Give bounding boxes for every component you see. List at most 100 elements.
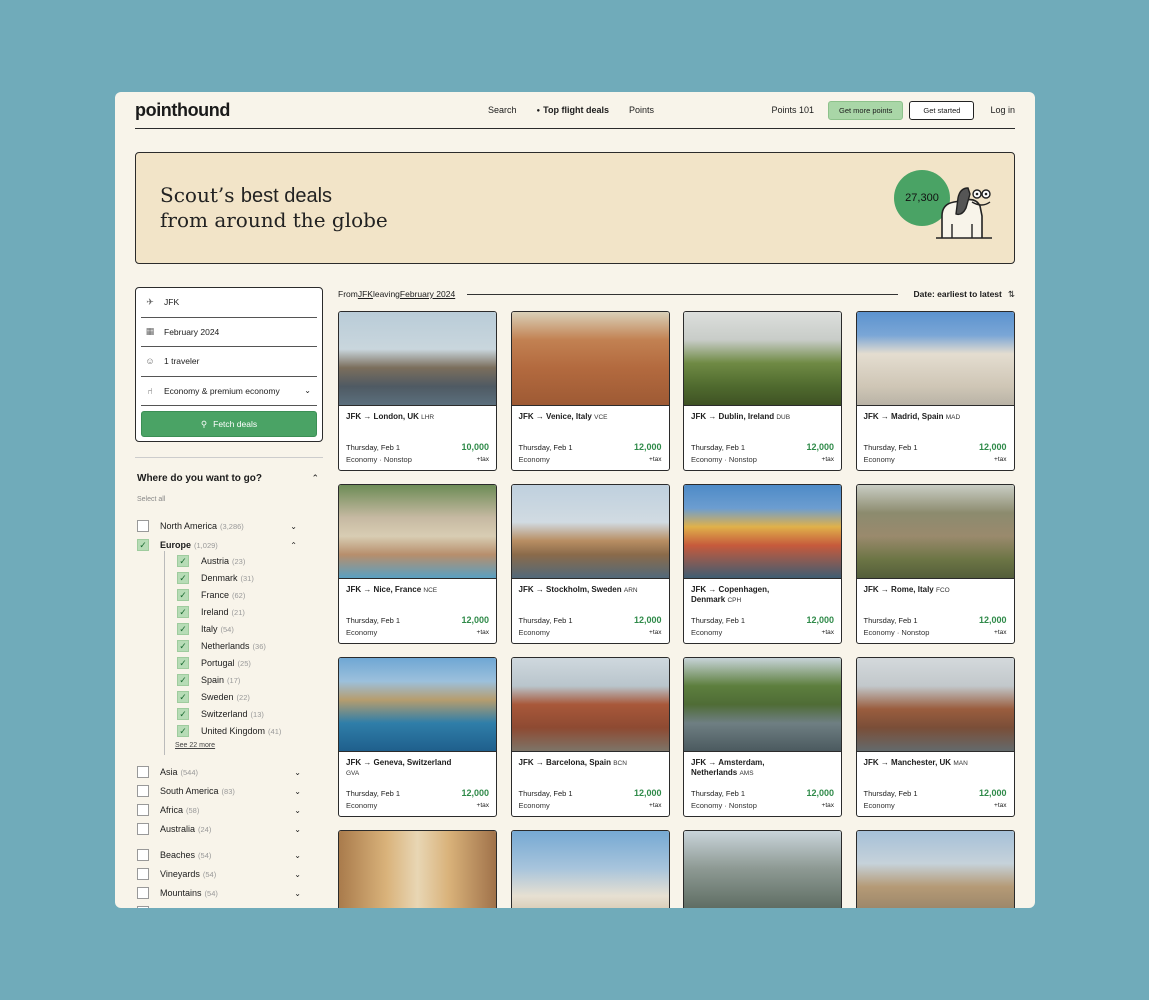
travelers-field[interactable]: ☺ 1 traveler (141, 347, 317, 377)
checkbox[interactable] (137, 868, 149, 880)
chevron-down-icon[interactable]: ⌄ (294, 825, 301, 834)
deal-card[interactable]: JFK → Rome, Italy FCO Thursday, Feb 1 Econ… (855, 484, 1015, 644)
country-filter-item[interactable]: ✓ France (62) (177, 588, 317, 602)
country-filter-item[interactable]: ✓ Spain (17) (177, 673, 317, 687)
login-link[interactable]: Log in (990, 105, 1015, 115)
nav-link-points-101[interactable]: Points 101 (771, 105, 814, 115)
deal-card[interactable]: JFK → Nice, France NCE Thursday, Feb 1 Eco… (338, 484, 497, 644)
logo[interactable]: pointhound (135, 100, 230, 121)
top-nav: pointhound Search Top flight deals Point… (135, 92, 1015, 129)
checkbox[interactable] (137, 804, 149, 816)
deal-price: 12,000 (633, 615, 662, 625)
country-filter-item[interactable]: ✓ Switzerland (13) (177, 707, 317, 721)
checkbox[interactable]: ✓ (177, 606, 189, 618)
region-filter-item[interactable]: Asia (544) ⌄ (137, 764, 301, 780)
region-filter-item[interactable]: Africa (58) ⌄ (137, 802, 301, 818)
checkbox[interactable] (137, 785, 149, 797)
region-filter-item[interactable]: North America (3,286) ⌄ (137, 518, 297, 534)
deal-route: JFK → Copenhagen, Denmark CPH (691, 585, 801, 606)
chevron-down-icon[interactable]: ⌄ (294, 870, 301, 879)
nav-link-search[interactable]: Search (488, 105, 517, 115)
origin-field[interactable]: ✈ JFK (141, 288, 317, 318)
country-filter-item[interactable]: ✓ Sweden (22) (177, 690, 317, 704)
checkbox[interactable]: ✓ (177, 589, 189, 601)
country-filter-item[interactable]: ✓ Denmark (31) (177, 571, 317, 585)
country-filter-item[interactable]: ✓ Italy (54) (177, 622, 317, 636)
checkbox[interactable]: ✓ (177, 572, 189, 584)
where-heading[interactable]: Where do you want to go? ⌃ (137, 473, 321, 484)
chevron-down-icon[interactable]: ⌄ (294, 851, 301, 860)
checkbox[interactable]: ✓ (177, 657, 189, 669)
chevron-down-icon[interactable]: ⌄ (294, 908, 301, 909)
deal-cabin: Economy · Nonstop (691, 455, 757, 464)
chevron-up-icon[interactable]: ⌃ (311, 473, 319, 484)
deal-card[interactable]: JFK → Copenhagen, Denmark CPH Thursday, F… (683, 484, 842, 644)
checkbox[interactable]: ✓ (177, 623, 189, 635)
country-filter-item[interactable]: ✓ Ireland (21) (177, 605, 317, 619)
deal-card[interactable]: JFK → Venice, Italy VCE Thursday, Feb 1 Ec… (510, 311, 670, 471)
cabin-select[interactable]: ⑁ Economy & premium economy ⌄ (141, 377, 317, 406)
deal-card[interactable] (683, 830, 842, 908)
region-filter-item[interactable]: Vineyards (54) ⌄ (137, 866, 301, 882)
deal-tax: +tax (821, 629, 834, 636)
region-filter-item[interactable]: Beaches (54) ⌄ (137, 847, 301, 863)
deal-card[interactable]: JFK → Amsterdam, Netherlands AMS Thursday… (683, 657, 842, 817)
region-filter-item[interactable]: South America (83) ⌄ (137, 783, 301, 799)
deal-card[interactable]: JFK → Geneva, Switzerland GVA Thursday, F… (338, 657, 497, 817)
checkbox[interactable]: ✓ (137, 539, 149, 551)
deals-header-origin-link[interactable]: JFK (358, 289, 373, 299)
deal-card[interactable]: JFK → Madrid, Spain MAD Thursday, Feb 1 Ec… (855, 311, 1015, 471)
deal-route-text: JFK → Venice, Italy (518, 412, 592, 421)
deal-card[interactable]: JFK → Manchester, UK MAN Thursday, Feb 1 E… (855, 657, 1015, 817)
country-filter-item[interactable]: ✓ United Kingdom (41) (177, 724, 317, 738)
country-name: Austria (201, 556, 230, 566)
checkbox[interactable]: ✓ (177, 708, 189, 720)
deal-card[interactable] (338, 830, 497, 908)
sort-control[interactable]: Date: earliest to latest (914, 289, 1002, 299)
checkbox[interactable] (137, 849, 149, 861)
chevron-down-icon[interactable]: ⌄ (294, 787, 301, 796)
hero-subtitle: from around the globe (160, 208, 388, 232)
region-filter-item[interactable]: Mountains (54) ⌄ (137, 885, 301, 901)
deal-card[interactable]: JFK → Barcelona, Spain BCN Thursday, Feb … (510, 657, 670, 817)
chevron-down-icon[interactable]: ⌄ (290, 522, 297, 531)
region-filter-item[interactable]: ✓ Europe (1,029) ⌃ (137, 537, 297, 553)
chevron-up-icon[interactable]: ⌃ (290, 541, 297, 550)
get-started-button[interactable]: Get started (909, 100, 975, 120)
country-filter-item[interactable]: ✓ Portugal (25) (177, 656, 317, 670)
destination-image (511, 485, 669, 579)
region-filter-item[interactable]: Ski & snow(54) ⌄ (137, 904, 301, 908)
checkbox[interactable] (137, 520, 149, 532)
select-all-link[interactable]: Select all (137, 496, 165, 503)
chevron-down-icon[interactable]: ⌄ (294, 806, 301, 815)
deal-card[interactable] (855, 830, 1015, 908)
fetch-deals-button[interactable]: ⚲ Fetch deals (141, 411, 317, 437)
checkbox[interactable] (137, 887, 149, 899)
checkbox[interactable]: ✓ (177, 725, 189, 737)
checkbox[interactable]: ✓ (177, 640, 189, 652)
month-field[interactable]: ▦ February 2024 (141, 318, 317, 347)
chevron-down-icon[interactable]: ⌄ (294, 889, 301, 898)
nav-link-points[interactable]: Points (629, 105, 654, 115)
country-filter-item[interactable]: ✓ Austria (23) (177, 554, 317, 568)
checkbox[interactable] (137, 906, 149, 908)
get-more-points-button[interactable]: Get more points (828, 100, 904, 120)
deal-card[interactable]: JFK → Dublin, Ireland DUB Thursday, Feb 1… (683, 311, 842, 471)
deal-card[interactable]: JFK → Stockholm, Sweden ARN Thursday, Feb… (510, 484, 670, 644)
sort-arrows-icon[interactable]: ⇅ (1008, 289, 1015, 300)
checkbox[interactable] (137, 823, 149, 835)
checkbox[interactable]: ✓ (177, 691, 189, 703)
deals-header-month-link[interactable]: February 2024 (400, 289, 455, 299)
chevron-down-icon[interactable]: ⌄ (294, 768, 301, 777)
deal-route-text: JFK → London, UK (346, 412, 419, 421)
region-filter-item[interactable]: Australia (24) ⌄ (137, 821, 301, 837)
checkbox[interactable]: ✓ (177, 555, 189, 567)
see-more-link[interactable]: See 22 more (175, 742, 215, 749)
destination-image (339, 485, 496, 579)
checkbox[interactable] (137, 766, 149, 778)
country-filter-item[interactable]: ✓ Netherlands (36) (177, 639, 317, 653)
deal-card[interactable] (510, 830, 670, 908)
deal-card[interactable]: JFK → London, UK LHR Thursday, Feb 1 Econo… (338, 311, 497, 471)
checkbox[interactable]: ✓ (177, 674, 189, 686)
nav-link-top-flight-deals[interactable]: Top flight deals (537, 105, 609, 115)
